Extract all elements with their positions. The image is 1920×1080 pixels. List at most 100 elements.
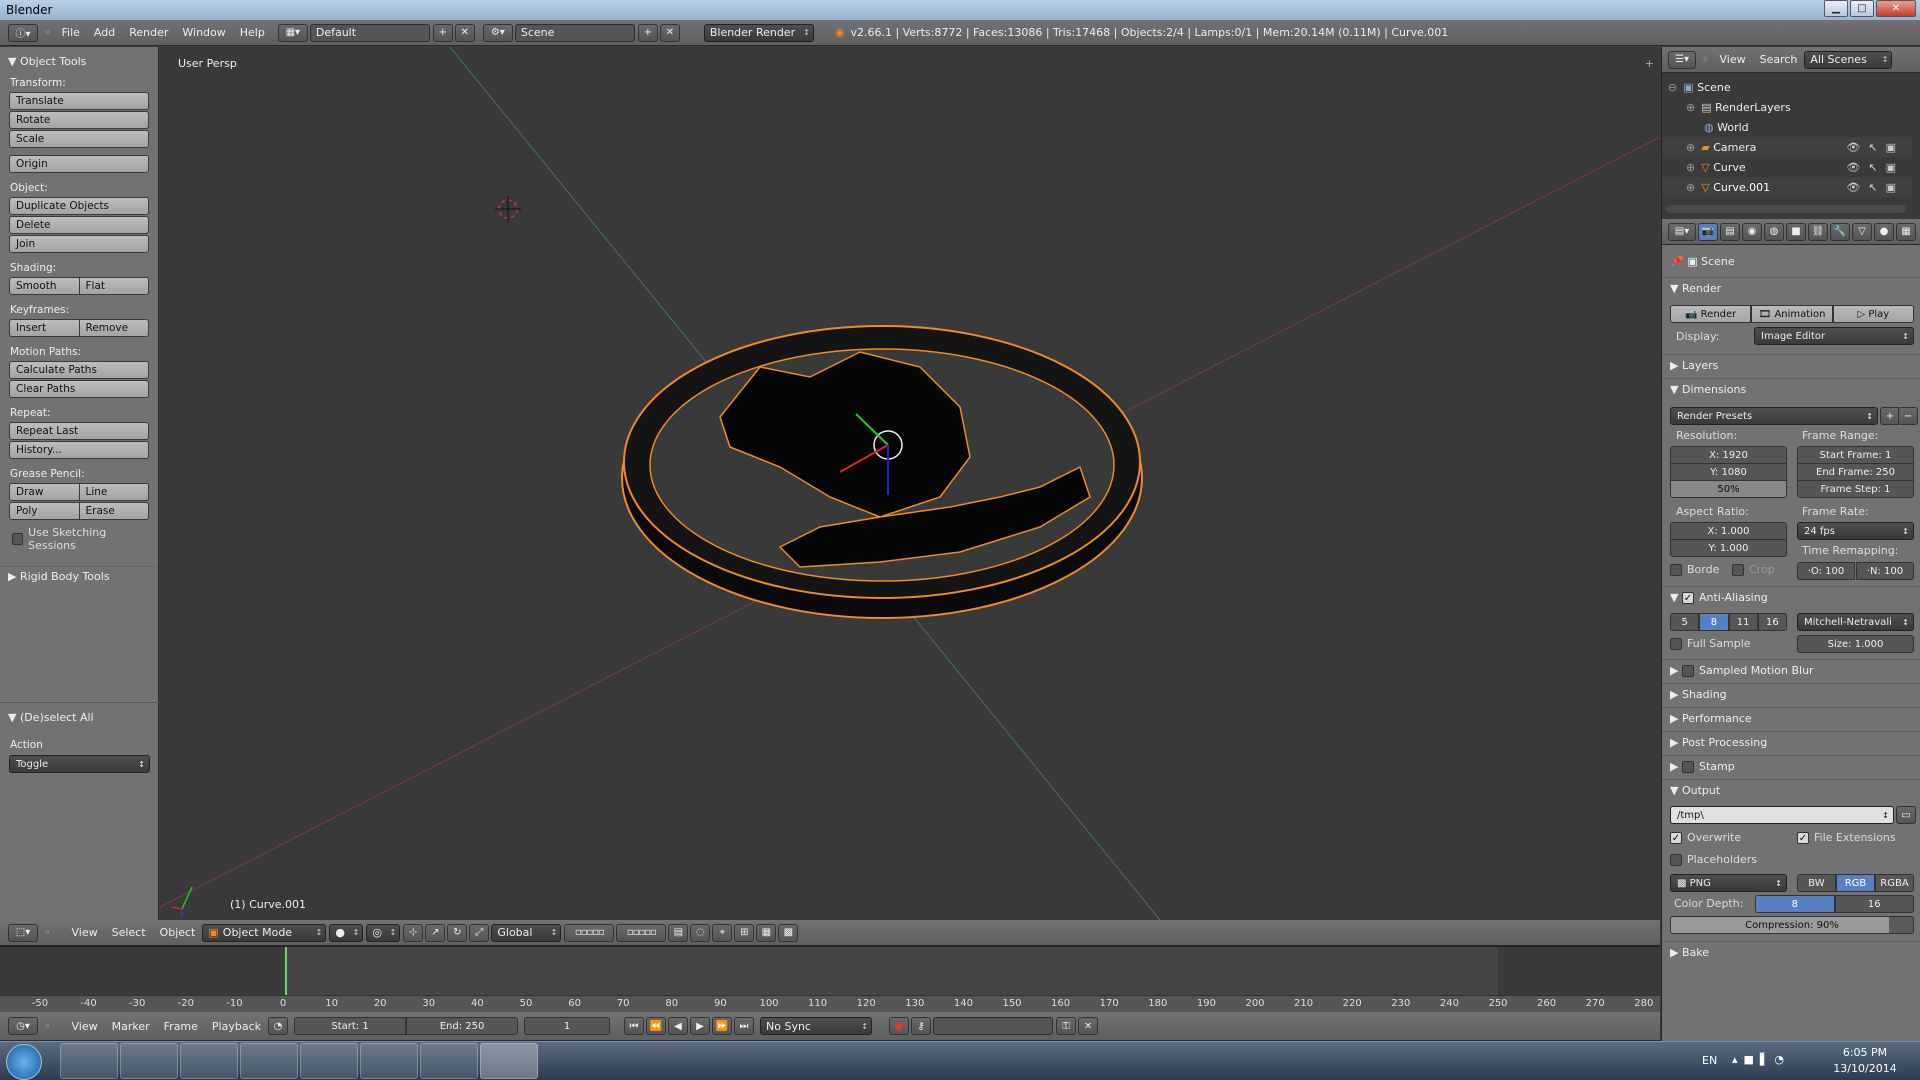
outliner-filter-select[interactable]: All Scenes — [1804, 50, 1893, 69]
dimensions-panel-header[interactable]: ▼ Dimensions — [1662, 378, 1920, 400]
stamp-panel-header[interactable]: ▶ Stamp — [1662, 755, 1920, 777]
insert-keyframe-button[interactable]: Insert — [9, 319, 80, 337]
full-sample-toggle[interactable]: Full Sample — [1670, 637, 1751, 650]
add-screen-icon[interactable]: + — [432, 23, 453, 42]
menu-marker[interactable]: Marker — [105, 1020, 157, 1033]
operator-panel-header[interactable]: ▼ (De)select All — [0, 707, 159, 727]
timeline-editor[interactable]: -50 -40 -30 -20 -10 0 10 20 30 40 50 60 70 80 90 100 110… — [0, 946, 1660, 1013]
play-button[interactable]: ▷ Play — [1832, 305, 1914, 323]
editor-type-icon[interactable]: ◷▾ — [8, 1017, 38, 1035]
placeholders-checkbox[interactable] — [1670, 853, 1682, 866]
render-button[interactable]: 📷 Render — [1670, 305, 1752, 323]
editor-type-icon[interactable]: ⓘ▾ — [8, 23, 38, 42]
animation-button[interactable]: 🎞 Animation — [1751, 305, 1833, 323]
editor-type-icon[interactable]: ▤▾ — [1668, 222, 1696, 241]
crop-checkbox[interactable] — [1732, 563, 1744, 576]
render-tab-icon[interactable]: 📷 — [1698, 222, 1718, 241]
aa-samples-8[interactable]: 8 — [1699, 613, 1729, 631]
clock-date[interactable]: 13/10/2014 — [1830, 1062, 1900, 1075]
output-path-field[interactable]: /tmp\ — [1670, 806, 1894, 824]
color-rgba-button[interactable]: RGBA — [1875, 874, 1914, 892]
lock-layers-icon[interactable]: ▤ — [668, 923, 689, 942]
menu-render[interactable]: Render — [122, 26, 175, 39]
border-toggle[interactable]: Borde — [1670, 563, 1719, 576]
history-button[interactable]: History... — [9, 441, 149, 459]
add-preset-icon[interactable]: + — [1880, 407, 1900, 425]
next-keyframe-icon[interactable]: ⏩ — [712, 1017, 733, 1035]
collapse-menu-icon[interactable]: ◦ — [44, 1020, 51, 1033]
sync-select[interactable]: No Sync — [760, 1017, 873, 1035]
scale-button[interactable]: Scale — [9, 130, 149, 148]
object-tab-icon[interactable]: ■ — [1786, 222, 1806, 241]
aa-samples-16[interactable]: 16 — [1757, 613, 1787, 631]
terminal-taskbar-icon[interactable] — [240, 1043, 298, 1079]
menu-add[interactable]: Add — [87, 26, 122, 39]
repeat-last-button[interactable]: Repeat Last — [9, 422, 149, 440]
placeholders-toggle[interactable]: Placeholders — [1670, 853, 1757, 866]
sketching-checkbox[interactable] — [12, 533, 24, 545]
line-button[interactable]: Line — [79, 483, 149, 501]
anti-aliasing-checkbox[interactable] — [1681, 591, 1694, 604]
firefox-taskbar-icon[interactable] — [120, 1043, 178, 1079]
scale-manipulator-icon[interactable]: ⤢ — [469, 923, 490, 942]
overwrite-checkbox[interactable] — [1670, 831, 1682, 844]
aspect-y-field[interactable]: Y: 1.000 — [1670, 539, 1787, 557]
end-frame-prop-field[interactable]: End Frame: 250 — [1797, 463, 1914, 481]
texture-tab-icon[interactable]: ▦ — [1896, 222, 1916, 241]
filter-size-field[interactable]: Size: 1.000 — [1797, 635, 1914, 653]
outliner-item-renderlayers[interactable]: ⊕ ▤ RenderLayers — [1662, 97, 1912, 117]
start-frame-field[interactable]: Start: 1 — [294, 1017, 407, 1035]
frame-rate-select[interactable]: 24 fps — [1797, 522, 1914, 540]
scene-field[interactable]: Scene — [514, 23, 635, 42]
aspect-x-field[interactable]: X: 1.000 — [1670, 522, 1787, 540]
menu-select[interactable]: Select — [105, 926, 153, 939]
data-tab-icon[interactable]: ▽ — [1852, 222, 1872, 241]
file-extensions-toggle[interactable]: File Extensions — [1797, 831, 1896, 844]
resolution-y-field[interactable]: Y: 1080 — [1670, 463, 1787, 481]
acrobat-taskbar-icon[interactable] — [300, 1043, 358, 1079]
screen-layout-icon[interactable]: ▦▾ — [277, 23, 308, 42]
menu-frame[interactable]: Frame — [157, 1020, 205, 1033]
remove-preset-icon[interactable]: − — [1898, 407, 1918, 425]
start-frame-prop-field[interactable]: Start Frame: 1 — [1797, 446, 1914, 464]
compression-slider[interactable]: Compression: 90% — [1670, 916, 1914, 934]
end-frame-field[interactable]: End: 250 — [406, 1017, 519, 1035]
shading-select[interactable]: ● — [329, 923, 364, 942]
rotate-button[interactable]: Rotate — [9, 111, 149, 129]
render-preview-icon[interactable]: ▦ — [756, 923, 777, 942]
remove-screen-icon[interactable]: ✕ — [454, 23, 475, 42]
play-icon[interactable]: ▶ — [690, 1017, 711, 1035]
object-tools-panel-header[interactable]: ▼ Object Tools — [0, 51, 158, 71]
start-button-icon[interactable] — [6, 1044, 42, 1080]
record-icon[interactable]: ● — [889, 1017, 910, 1035]
scene-icon[interactable]: ⚙▾ — [482, 23, 513, 42]
world-tab-icon[interactable]: ◍ — [1764, 222, 1784, 241]
smooth-button[interactable]: Smooth — [9, 277, 80, 295]
color-bw-button[interactable]: BW — [1797, 874, 1836, 892]
color-rgb-button[interactable]: RGB — [1836, 874, 1875, 892]
scene-tab-icon[interactable]: ◉ — [1742, 222, 1762, 241]
shading-panel-header[interactable]: ▶ Shading — [1662, 683, 1920, 705]
draw-button[interactable]: Draw — [9, 483, 80, 501]
crop-toggle[interactable]: Crop — [1732, 563, 1775, 576]
keying-set-field[interactable] — [933, 1017, 1054, 1035]
viewport-split-icon[interactable]: + — [1645, 57, 1654, 70]
mode-select[interactable]: ▣ Object Mode — [202, 923, 327, 942]
outliner-item-camera[interactable]: ⊕ ▰ Camera 👁↖▣ — [1662, 137, 1912, 157]
render-animation-icon[interactable]: ▩ — [778, 923, 799, 942]
color-depth-8-button[interactable]: 8 — [1755, 895, 1835, 913]
layers-grid-icon[interactable]: ▫▫▫▫▫ — [564, 923, 615, 942]
performance-panel-header[interactable]: ▶ Performance — [1662, 707, 1920, 729]
color-depth-16-button[interactable]: 16 — [1834, 895, 1914, 913]
menu-help[interactable]: Help — [233, 26, 272, 39]
motion-blur-checkbox[interactable] — [1681, 664, 1694, 677]
full-sample-checkbox[interactable] — [1670, 637, 1682, 650]
add-scene-icon[interactable]: + — [637, 23, 658, 42]
menu-search[interactable]: Search — [1753, 53, 1805, 66]
outliner-item-curve[interactable]: ⊕ ▽ Curve 👁↖▣ — [1662, 157, 1912, 177]
jump-start-icon[interactable]: ⏮ — [624, 1017, 645, 1035]
play-reverse-icon[interactable]: ◀ — [668, 1017, 689, 1035]
overwrite-toggle[interactable]: Overwrite — [1670, 831, 1741, 844]
bake-panel-header[interactable]: ▶ Bake — [1662, 941, 1920, 963]
render-engine-select[interactable]: Blender Render — [703, 23, 814, 42]
